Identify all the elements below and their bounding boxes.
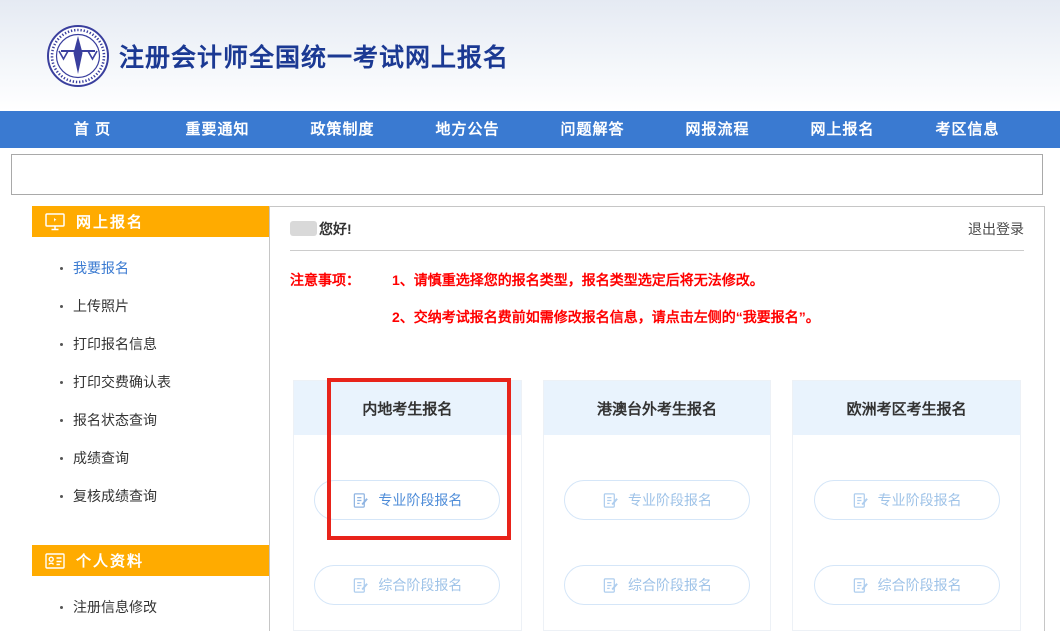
hmtf-professional-stage-button[interactable]: 专业阶段报名 (564, 480, 750, 520)
europe-professional-stage-button[interactable]: 专业阶段报名 (814, 480, 1000, 520)
nav-item-policies[interactable]: 政策制度 (280, 111, 405, 148)
content-row: 网上报名 我要报名 上传照片 打印报名信息 打印交费确认表 报名状态查询 成绩查… (0, 206, 1060, 640)
sidebar-list-personal: 注册信息修改 (32, 576, 269, 640)
sidebar-item-modify-registration-info[interactable]: 注册信息修改 (60, 588, 269, 626)
notice-line-1: 注意事项： 1、请慎重选择您的报名类型，报名类型选定后将无法修改。 (290, 270, 1024, 290)
bullet-dot (60, 606, 63, 609)
form-edit-icon (602, 492, 619, 509)
notice-label: 注意事项： (290, 270, 392, 290)
card-europe-area-candidates: 欧洲考区考生报名 专业阶段报名 (792, 380, 1021, 631)
card-title-europe-area: 欧洲考区考生报名 (793, 381, 1020, 435)
greeting-row: 您好! 退出登录 (290, 207, 1024, 251)
sidebar-item-upload-photo[interactable]: 上传照片 (60, 287, 269, 325)
bullet-dot (60, 419, 63, 422)
sidebar-item-score-review-query[interactable]: 复核成绩查询 (60, 477, 269, 515)
nav-item-faq[interactable]: 问题解答 (530, 111, 655, 148)
sidebar-list-registration: 我要报名 上传照片 打印报名信息 打印交费确认表 报名状态查询 成绩查询 复核成… (32, 237, 269, 529)
main-panel: 您好! 退出登录 注意事项： 1、请慎重选择您的报名类型，报名类型选定后将无法修… (269, 206, 1045, 631)
sidebar-item-i-want-to-register[interactable]: 我要报名 (60, 249, 269, 287)
announcement-strip (11, 154, 1043, 195)
nav-item-local-announcements[interactable]: 地方公告 (405, 111, 530, 148)
sidebar-section-personal-info: 个人资料 (32, 545, 269, 576)
card-body: 专业阶段报名 综合阶段报名 (544, 435, 771, 605)
main-nav: 首 页 重要通知 政策制度 地方公告 问题解答 网报流程 网上报名 考区信息 (0, 111, 1060, 148)
bullet-dot (60, 267, 63, 270)
europe-comprehensive-stage-button[interactable]: 综合阶段报名 (814, 565, 1000, 605)
nav-item-online-registration[interactable]: 网上报名 (780, 111, 905, 148)
sidebar-section-online-registration: 网上报名 (32, 206, 269, 237)
sidebar-item-print-payment-confirmation[interactable]: 打印交费确认表 (60, 363, 269, 401)
cicpa-logo-icon (46, 24, 110, 88)
nav-item-exam-area-info[interactable]: 考区信息 (905, 111, 1030, 148)
sidebar-item-registration-status-query[interactable]: 报名状态查询 (60, 401, 269, 439)
bullet-dot (60, 343, 63, 346)
notice-text-1: 1、请慎重选择您的报名类型，报名类型选定后将无法修改。 (392, 270, 764, 290)
registration-cards-row: 内地考生报名 专业阶段报名 (290, 380, 1024, 631)
mainland-comprehensive-stage-button[interactable]: 综合阶段报名 (314, 565, 500, 605)
nav-item-home[interactable]: 首 页 (30, 111, 155, 148)
card-body: 专业阶段报名 综合阶段报名 (793, 435, 1020, 605)
nav-item-registration-process[interactable]: 网报流程 (655, 111, 780, 148)
notice-block: 注意事项： 1、请慎重选择您的报名类型，报名类型选定后将无法修改。 2、交纳考试… (290, 270, 1024, 327)
card-body: 专业阶段报名 综合阶段报名 (294, 435, 521, 605)
bullet-dot (60, 305, 63, 308)
logout-link[interactable]: 退出登录 (968, 219, 1024, 239)
mainland-professional-stage-button[interactable]: 专业阶段报名 (314, 480, 500, 520)
form-edit-icon (852, 577, 869, 594)
card-title-mainland: 内地考生报名 (294, 381, 521, 435)
hmtf-comprehensive-stage-button[interactable]: 综合阶段报名 (564, 565, 750, 605)
sidebar-section-title: 网上报名 (76, 211, 144, 232)
card-hk-macao-taiwan-foreign-candidates: 港澳台外考生报名 专业阶段报名 (543, 380, 772, 631)
form-edit-icon (352, 492, 369, 509)
bullet-dot (60, 495, 63, 498)
user-name-redacted (290, 221, 317, 236)
greeting-text: 您好! (319, 219, 352, 239)
site-header: 注册会计师全国统一考试网上报名 (0, 0, 1060, 111)
site-title: 注册会计师全国统一考试网上报名 (119, 38, 509, 74)
nav-item-important-notices[interactable]: 重要通知 (155, 111, 280, 148)
monitor-icon (45, 212, 65, 232)
sidebar-item-print-registration-info[interactable]: 打印报名信息 (60, 325, 269, 363)
card-title-hk-macao-taiwan-foreign: 港澳台外考生报名 (544, 381, 771, 435)
sidebar-gap (32, 529, 269, 545)
bullet-dot (60, 457, 63, 460)
bullet-dot (60, 381, 63, 384)
card-mainland-candidates: 内地考生报名 专业阶段报名 (293, 380, 522, 631)
id-card-icon (45, 551, 65, 571)
notice-line-2: 2、交纳考试报名费前如需修改报名信息，请点击左侧的“我要报名”。 (290, 307, 1024, 327)
form-edit-icon (352, 577, 369, 594)
sidebar: 网上报名 我要报名 上传照片 打印报名信息 打印交费确认表 报名状态查询 成绩查… (32, 206, 269, 640)
sidebar-section-title: 个人资料 (76, 550, 144, 571)
form-edit-icon (602, 577, 619, 594)
form-edit-icon (852, 492, 869, 509)
sidebar-item-score-query[interactable]: 成绩查询 (60, 439, 269, 477)
